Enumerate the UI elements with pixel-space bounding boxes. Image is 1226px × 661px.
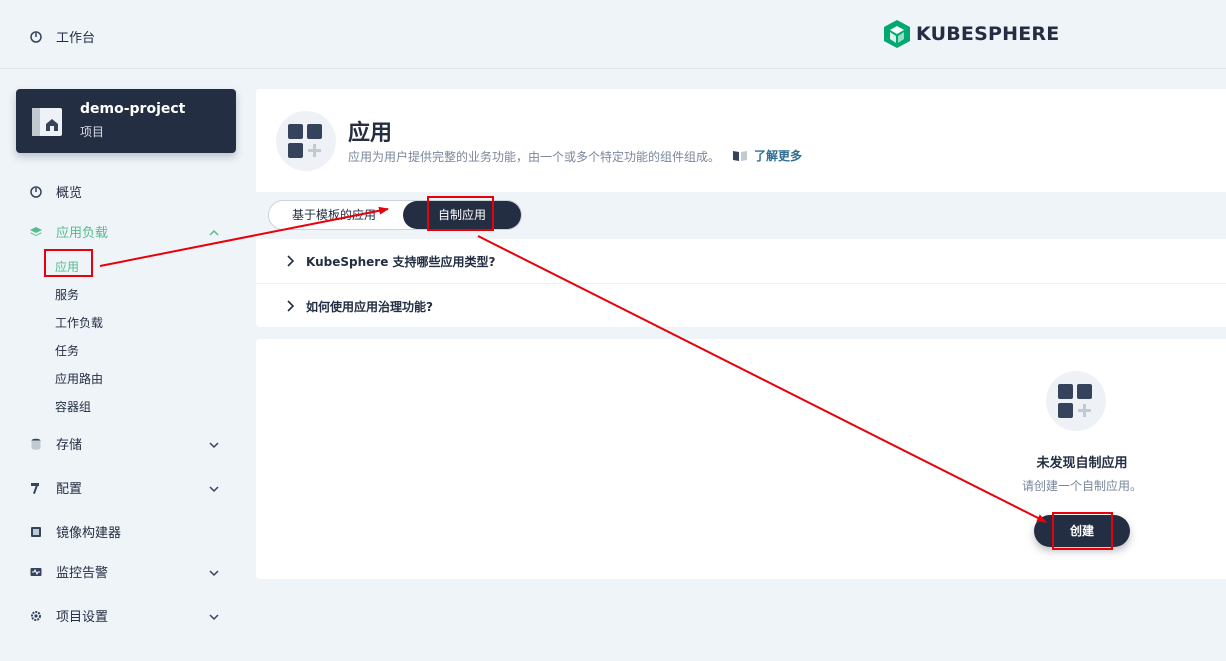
sidebar-item-overview[interactable]: 概览 [30, 182, 82, 201]
sidebar-subitem-jobs[interactable]: 任务 [55, 342, 79, 359]
sidebar-label-monitoring: 监控告警 [56, 566, 109, 581]
empty-state-title: 未发现自制应用 [1036, 456, 1128, 471]
learn-more-link[interactable]: 了解更多 [732, 147, 802, 164]
hammer-icon [31, 482, 39, 494]
image-builder-icon [31, 526, 41, 537]
sidebar-item-project-settings[interactable]: 项目设置 [30, 606, 108, 625]
faq-label-app-governance: 如何使用应用治理功能? [306, 299, 433, 314]
app-grid-icon [1046, 371, 1106, 431]
sidebar-item-monitoring[interactable]: 监控告警 [30, 562, 108, 581]
learn-more-label: 了解更多 [754, 149, 803, 163]
project-icon [32, 108, 62, 136]
gear-icon [31, 610, 41, 621]
sidebar-item-app-workloads[interactable]: 应用负载 [30, 222, 108, 241]
top-bar: 工作台 KUBESPHERE [0, 0, 1226, 69]
tab-composing-apps[interactable]: 自制应用 [403, 201, 521, 229]
faq-item-app-types[interactable]: KubeSphere 支持哪些应用类型? [256, 238, 1226, 283]
sidebar-subitem-apps[interactable]: 应用 [55, 258, 79, 275]
faq-item-app-governance[interactable]: 如何使用应用治理功能? [256, 283, 1226, 328]
project-name: demo-project [80, 101, 186, 117]
book-icon [733, 150, 747, 161]
page-header-panel: 应用 应用为用户提供完整的业务功能，由一个或多个特定功能的组件组成。 了解更多 … [256, 89, 1226, 327]
project-card[interactable]: demo-project 项目 [16, 89, 236, 153]
app-grid-icon [276, 111, 336, 171]
sidebar-item-config[interactable]: 配置 [30, 478, 82, 497]
dashboard-icon [30, 30, 42, 43]
empty-state-panel: 未发现自制应用 请创建一个自制应用。 创建 [256, 339, 1226, 579]
chevron-down-icon[interactable] [208, 439, 220, 451]
database-icon [31, 438, 41, 450]
tab-switcher: 基于模板的应用 自制应用 [268, 200, 522, 230]
sidebar-item-image-builder[interactable]: 镜像构建器 [30, 522, 121, 541]
chevron-right-icon [287, 255, 294, 267]
chevron-down-icon[interactable] [208, 611, 220, 623]
project-type: 项目 [80, 125, 105, 139]
chevron-up-icon[interactable] [208, 227, 220, 239]
chevron-down-icon[interactable] [208, 567, 220, 579]
faq-label-app-types: KubeSphere 支持哪些应用类型? [306, 254, 496, 269]
sidebar-label-overview: 概览 [56, 186, 83, 201]
kubesphere-logo-icon [884, 20, 910, 48]
sidebar-subitem-services[interactable]: 服务 [55, 286, 79, 303]
page-description: 应用为用户提供完整的业务功能，由一个或多个特定功能的组件组成。 [348, 150, 721, 164]
sidebar-subitem-pods[interactable]: 容器组 [55, 398, 91, 415]
workbench-link[interactable]: 工作台 [30, 27, 95, 46]
tabs-row: 基于模板的应用 自制应用 [256, 192, 1226, 238]
sidebar-subitem-routes[interactable]: 应用路由 [55, 370, 103, 387]
sidebar-label-storage: 存储 [56, 438, 83, 453]
empty-state-description: 请创建一个自制应用。 [1021, 479, 1142, 493]
chevron-right-icon [287, 300, 294, 312]
sidebar-label-project-settings: 项目设置 [56, 610, 109, 625]
workbench-label: 工作台 [56, 31, 96, 46]
kubesphere-logo[interactable]: KUBESPHERE [884, 20, 1059, 48]
create-button[interactable]: 创建 [1034, 515, 1130, 547]
sidebar-subitem-workloads[interactable]: 工作负载 [55, 314, 103, 331]
dashboard-icon [30, 185, 42, 198]
chevron-down-icon[interactable] [208, 483, 220, 495]
sidebar-label-image-builder: 镜像构建器 [56, 526, 122, 541]
sidebar-label-app-workloads: 应用负载 [56, 226, 109, 241]
monitor-icon [30, 567, 42, 576]
sidebar-item-storage[interactable]: 存储 [30, 434, 82, 453]
page-title: 应用 [348, 121, 393, 146]
tab-template-apps[interactable]: 基于模板的应用 [269, 201, 399, 229]
sidebar-label-config: 配置 [56, 482, 83, 497]
logo-text: KUBESPHERE [916, 23, 1060, 45]
layers-icon [30, 226, 42, 236]
